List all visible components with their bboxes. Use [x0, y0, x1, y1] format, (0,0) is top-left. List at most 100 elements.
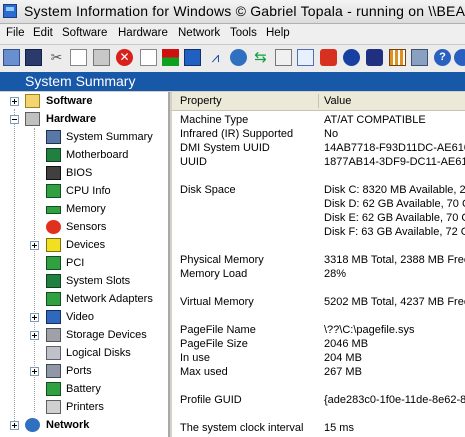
- value-cell: 267 MB: [324, 366, 362, 378]
- menu-software[interactable]: Software: [62, 27, 107, 39]
- tree-item-printers[interactable]: Printers: [0, 399, 168, 416]
- expand-icon[interactable]: [10, 421, 19, 430]
- library-icon[interactable]: [389, 49, 406, 66]
- property-cell: Physical Memory: [180, 254, 264, 266]
- table-row[interactable]: Disk E: 62 GB Available, 70 GB: [172, 212, 465, 226]
- info-icon[interactable]: [454, 49, 465, 66]
- expand-icon[interactable]: [30, 367, 39, 376]
- menu-help[interactable]: Help: [266, 27, 290, 39]
- computer-icon: [46, 130, 61, 144]
- tree-item-network-adapters[interactable]: Network Adapters: [0, 291, 168, 308]
- menu-network[interactable]: Network: [178, 27, 220, 39]
- value-cell: 204 MB: [324, 352, 362, 364]
- document-icon[interactable]: [275, 49, 292, 66]
- menu-tools[interactable]: Tools: [230, 27, 257, 39]
- table-row[interactable]: In use 204 MB: [172, 352, 465, 366]
- table-row[interactable]: Machine Type AT/AT COMPATIBLE: [172, 114, 465, 128]
- menu-bar: File Edit Software Hardware Network Tool…: [0, 24, 465, 45]
- collapse-icon[interactable]: [10, 115, 19, 124]
- expand-icon[interactable]: [30, 241, 39, 250]
- table-row[interactable]: Disk Space Disk C: 8320 MB Available, 20: [172, 184, 465, 198]
- display-icon: [46, 310, 61, 324]
- save-icon[interactable]: [25, 49, 42, 66]
- details-panel: Property Value Machine Type AT/AT COMPATI…: [172, 92, 465, 437]
- tree-item-label: Printers: [66, 401, 104, 413]
- tree-node-hardware[interactable]: Hardware: [0, 111, 168, 128]
- tree-item-label: Network Adapters: [66, 293, 153, 305]
- tree-item-label: BIOS: [66, 167, 93, 179]
- shield-icon[interactable]: [366, 49, 383, 66]
- report-icon[interactable]: [140, 49, 157, 66]
- tree-item-label: System Slots: [66, 275, 131, 287]
- table-row[interactable]: Physical Memory 3318 MB Total, 2388 MB Fr…: [172, 254, 465, 268]
- menu-hardware[interactable]: Hardware: [118, 27, 168, 39]
- tree-item-pci[interactable]: PCI: [0, 255, 168, 272]
- navigation-tree[interactable]: Software Hardware System Summary Motherb…: [0, 92, 170, 437]
- title-bar: System Information for Windows © Gabriel…: [0, 0, 465, 24]
- tree-item-storage-devices[interactable]: Storage Devices: [0, 327, 168, 344]
- page-icon[interactable]: [297, 49, 314, 66]
- globe-icon[interactable]: [230, 49, 247, 66]
- value-cell: Disk C: 8320 MB Available, 20: [324, 184, 465, 196]
- table-row[interactable]: The system clock interval 15 ms: [172, 422, 465, 436]
- table-row[interactable]: Memory Load 28%: [172, 268, 465, 282]
- tree-item-ports[interactable]: Ports: [0, 363, 168, 380]
- tree-item-motherboard[interactable]: Motherboard: [0, 147, 168, 164]
- table-row[interactable]: Profile GUID {ade283c0-1f0e-11de-8e62-8: [172, 394, 465, 408]
- power-icon[interactable]: [320, 49, 337, 66]
- table-row[interactable]: Disk D: 62 GB Available, 70 GB: [172, 198, 465, 212]
- open-icon[interactable]: [3, 49, 20, 66]
- tree-item-video[interactable]: Video: [0, 309, 168, 326]
- table-row[interactable]: Max used 267 MB: [172, 366, 465, 380]
- tree-item-cpu-info[interactable]: CPU Info: [0, 183, 168, 200]
- table-row[interactable]: Disk F: 63 GB Available, 72 GB: [172, 226, 465, 240]
- expand-icon[interactable]: [30, 331, 39, 340]
- tree-item-battery[interactable]: Battery: [0, 381, 168, 398]
- property-cell: Profile GUID: [180, 394, 242, 406]
- print-icon[interactable]: [93, 49, 110, 66]
- tree-item-logical-disks[interactable]: Logical Disks: [0, 345, 168, 362]
- tree-item-sensors[interactable]: Sensors: [0, 219, 168, 236]
- window-title: System Information for Windows © Gabriel…: [24, 3, 465, 19]
- expand-icon[interactable]: [30, 313, 39, 322]
- stop-icon[interactable]: ✕: [116, 49, 133, 66]
- table-row[interactable]: Virtual Memory 5202 MB Total, 4237 MB Fre…: [172, 296, 465, 310]
- column-value[interactable]: Value: [324, 95, 351, 107]
- table-row[interactable]: UUID 1877AB14-3DF9-DC11-AE61-: [172, 156, 465, 170]
- value-cell: {ade283c0-1f0e-11de-8e62-8: [324, 394, 465, 406]
- tree-item-system-slots[interactable]: System Slots: [0, 273, 168, 290]
- cd-icon[interactable]: [343, 49, 360, 66]
- chart-icon[interactable]: ⩘: [207, 49, 224, 66]
- refresh-icon[interactable]: [162, 49, 179, 66]
- motherboard-icon: [46, 148, 61, 162]
- table-row[interactable]: PageFile Size 2046 MB: [172, 338, 465, 352]
- tree-node-network[interactable]: Network: [0, 417, 168, 434]
- transfer-icon[interactable]: ⇆: [252, 49, 269, 66]
- property-cell: Disk Space: [180, 184, 236, 196]
- menu-file[interactable]: File: [6, 27, 25, 39]
- tree-item-memory[interactable]: Memory: [0, 201, 168, 218]
- help-icon[interactable]: ?: [434, 49, 451, 66]
- expand-icon[interactable]: [10, 97, 19, 106]
- tools-icon[interactable]: [411, 49, 428, 66]
- monitor-icon[interactable]: [184, 49, 201, 66]
- tree-item-bios[interactable]: BIOS: [0, 165, 168, 182]
- menu-edit[interactable]: Edit: [33, 27, 53, 39]
- table-row[interactable]: PageFile Name \??\C:\pagefile.sys: [172, 324, 465, 338]
- copy-icon[interactable]: [70, 49, 87, 66]
- devices-icon: [46, 238, 61, 252]
- tree-node-software[interactable]: Software: [0, 93, 168, 110]
- pci-card-icon: [46, 256, 61, 270]
- tree-item-devices[interactable]: Devices: [0, 237, 168, 254]
- property-cell: DMI System UUID: [180, 142, 270, 154]
- table-row[interactable]: DMI System UUID 14AB7718-F93D11DC-AE610: [172, 142, 465, 156]
- cut-icon[interactable]: ✂: [48, 49, 65, 66]
- tree-item-label: Logical Disks: [66, 347, 131, 359]
- tree-item-system-summary[interactable]: System Summary: [0, 129, 168, 146]
- column-separator[interactable]: [318, 94, 319, 108]
- table-row[interactable]: Infrared (IR) Supported No: [172, 128, 465, 142]
- tree-item-label: CPU Info: [66, 185, 111, 197]
- value-cell: 1877AB14-3DF9-DC11-AE61-: [324, 156, 465, 168]
- value-cell: 15 ms: [324, 422, 354, 434]
- column-property[interactable]: Property: [180, 95, 222, 107]
